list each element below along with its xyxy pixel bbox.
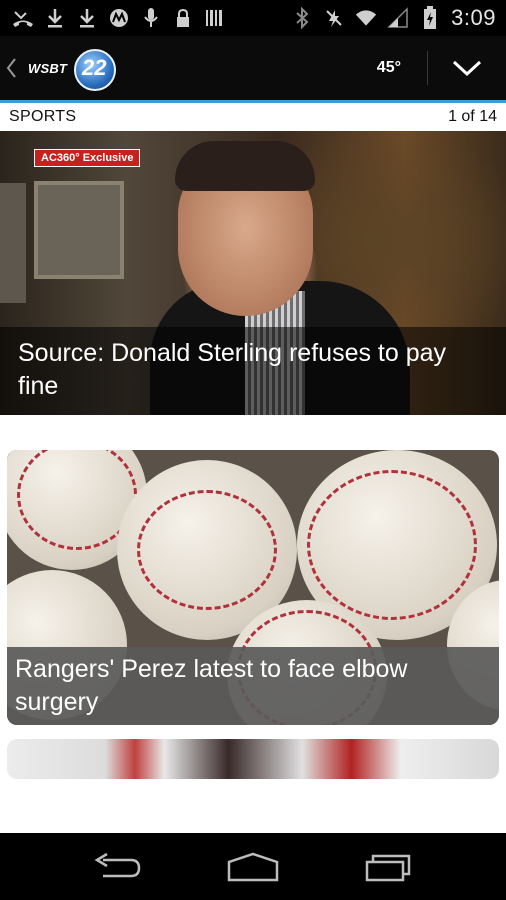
signal-icon bbox=[387, 7, 409, 29]
motorola-icon bbox=[108, 7, 130, 29]
missed-call-icon bbox=[12, 7, 34, 29]
story-card-hero[interactable]: AC360° Exclusive Source: Donald Sterling… bbox=[0, 131, 506, 415]
barcode-icon bbox=[204, 7, 226, 29]
bluetooth-icon bbox=[291, 7, 313, 29]
menu-dropdown-button[interactable] bbox=[428, 36, 506, 100]
story-headline: Rangers' Perez latest to face elbow surg… bbox=[7, 647, 499, 725]
status-bar: 3:09 bbox=[0, 0, 506, 36]
app-header: 22 WSBT 45° bbox=[0, 36, 506, 100]
hero-image-detail bbox=[0, 183, 26, 303]
back-icon[interactable] bbox=[88, 842, 148, 892]
logo-text: WSBT bbox=[28, 61, 68, 76]
download-icon bbox=[44, 7, 66, 29]
section-title: SPORTS bbox=[9, 108, 77, 125]
exclusive-tag: AC360° Exclusive bbox=[34, 149, 141, 167]
vibrate-off-icon bbox=[323, 7, 345, 29]
battery-charging-icon bbox=[419, 6, 441, 29]
download-icon bbox=[76, 7, 98, 29]
weather-temperature[interactable]: 45° bbox=[377, 59, 401, 77]
wifi-icon bbox=[355, 7, 377, 29]
system-nav-bar bbox=[0, 833, 506, 900]
hero-image-detail bbox=[175, 141, 315, 191]
logo-channel: 22 bbox=[82, 55, 107, 80]
story-card[interactable] bbox=[7, 739, 499, 779]
hero-image-detail bbox=[34, 181, 124, 279]
recent-apps-icon[interactable] bbox=[358, 842, 418, 892]
story-headline: Source: Donald Sterling refuses to pay f… bbox=[0, 327, 506, 415]
baseball-image-detail bbox=[137, 490, 277, 610]
story-card[interactable]: Rangers' Perez latest to face elbow surg… bbox=[7, 450, 499, 725]
lock-icon bbox=[172, 7, 194, 29]
back-chevron-icon[interactable] bbox=[2, 36, 20, 100]
clock-time: 3:09 bbox=[451, 5, 496, 30]
section-header: SPORTS 1 of 14 bbox=[0, 103, 506, 131]
station-logo[interactable]: 22 WSBT bbox=[22, 36, 132, 100]
microphone-icon bbox=[140, 7, 162, 29]
home-icon[interactable] bbox=[223, 842, 283, 892]
page-counter: 1 of 14 bbox=[448, 108, 497, 125]
content-area[interactable]: SPORTS 1 of 14 AC360° Exclusive Source: … bbox=[0, 103, 506, 833]
chevron-down-icon bbox=[452, 60, 482, 77]
baseball-image-detail bbox=[307, 470, 477, 620]
